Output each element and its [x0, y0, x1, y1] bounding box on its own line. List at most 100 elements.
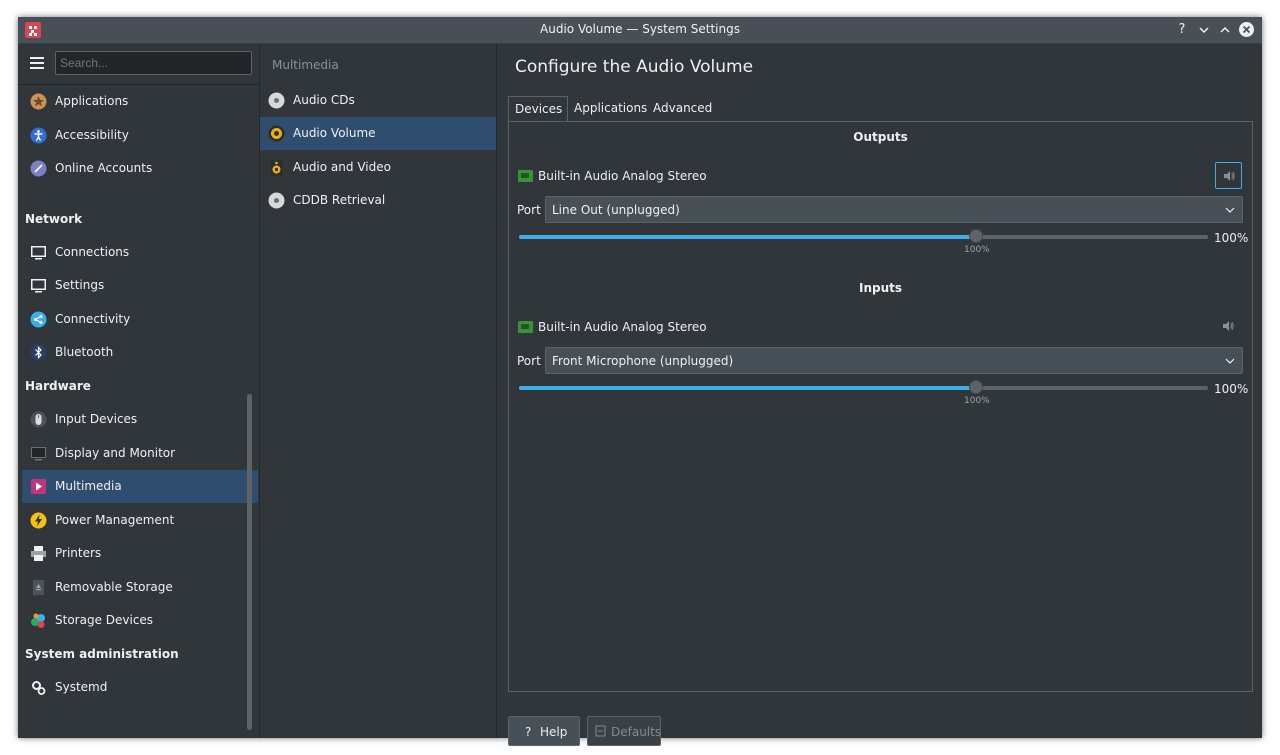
- sidebar-item-label: Bluetooth: [55, 345, 114, 359]
- sound-card-icon: [518, 170, 533, 182]
- help-button[interactable]: ? Help: [508, 716, 580, 746]
- output-volume-fill: [519, 235, 976, 239]
- input-device-name: Built-in Audio Analog Stereo: [538, 320, 707, 334]
- sidebar-item-label: Settings: [55, 278, 105, 292]
- hardware-category-heading: Hardware: [25, 379, 91, 393]
- system-administration-category-heading: System administration: [25, 647, 179, 661]
- sidebar-item-online-accounts[interactable]: Online Accounts: [22, 152, 258, 185]
- defaults-button[interactable]: Defaults: [587, 716, 661, 746]
- sidebar-scrollbar[interactable]: [247, 394, 252, 730]
- help-title-button[interactable]: ?: [1173, 21, 1191, 39]
- input-volume-percent: 100%: [1214, 382, 1249, 396]
- subcategory-item-audio-volume[interactable]: Audio Volume: [260, 117, 496, 150]
- connectivity-icon: [30, 311, 47, 328]
- defaults-button-label: Defaults: [611, 725, 662, 739]
- mouse-icon: [30, 411, 47, 428]
- output-volume-handle[interactable]: [969, 229, 983, 243]
- tab-advanced[interactable]: Advanced: [647, 96, 718, 120]
- minimize-button[interactable]: [1195, 21, 1213, 39]
- sidebar-item-systemd[interactable]: Systemd: [22, 671, 258, 704]
- window-title: Audio Volume — System Settings: [540, 22, 740, 36]
- subcategory-item-audio-and-video[interactable]: Audio and Video: [260, 151, 496, 184]
- sidebar-item-power-management[interactable]: Power Management: [22, 504, 258, 537]
- input-port-value: Front Microphone (unplugged): [552, 354, 734, 368]
- output-port-dropdown[interactable]: Line Out (unplugged): [545, 196, 1243, 223]
- input-volume-fill: [519, 386, 976, 390]
- applications-icon: [30, 93, 47, 110]
- tab-devices[interactable]: Devices: [508, 96, 568, 122]
- close-icon: [1242, 25, 1251, 34]
- output-device-name: Built-in Audio Analog Stereo: [538, 169, 707, 183]
- sidebar-item-label: Printers: [55, 546, 102, 560]
- sidebar-item-label: Connections: [55, 245, 130, 259]
- outputs-heading: Outputs: [853, 130, 908, 144]
- output-mute-button[interactable]: [1215, 162, 1242, 189]
- cd-icon: [268, 92, 285, 109]
- subcategory-panel: Multimedia Audio CDs Audio Volume Audio …: [260, 44, 497, 738]
- output-volume-tick-label: 100%: [964, 245, 990, 255]
- monitor-icon: [31, 447, 46, 461]
- sidebar-item-input-devices[interactable]: Input Devices: [22, 403, 258, 436]
- volume-icon: [1224, 171, 1235, 181]
- sidebar-item-label: Removable Storage: [55, 580, 173, 594]
- network-settings-icon: [31, 279, 46, 293]
- input-volume-handle[interactable]: [969, 380, 983, 394]
- inputs-heading: Inputs: [858, 281, 903, 295]
- sidebar-item-network-settings[interactable]: Settings: [22, 269, 258, 302]
- speaker-icon: [268, 125, 285, 142]
- sidebar-item-connections[interactable]: Connections: [22, 236, 258, 269]
- output-volume-slider[interactable]: [519, 229, 1208, 243]
- sidebar-item-label: Multimedia: [55, 479, 122, 493]
- subcategory-title: Multimedia: [272, 58, 339, 72]
- reset-defaults-icon: [595, 725, 606, 737]
- bluetooth-icon: [30, 344, 47, 361]
- sidebar-item-bluetooth[interactable]: Bluetooth: [22, 336, 258, 369]
- sidebar-item-label: Connectivity: [55, 312, 131, 326]
- volume-icon: [1223, 321, 1234, 331]
- power-icon: [30, 512, 47, 529]
- sidebar-item-display-and-monitor[interactable]: Display and Monitor: [22, 437, 258, 470]
- subcategory-item-cddb-retrieval[interactable]: CDDB Retrieval: [260, 184, 496, 217]
- sidebar-item-applications[interactable]: Applications: [22, 85, 258, 118]
- output-port-value: Line Out (unplugged): [552, 203, 680, 217]
- tab-applications[interactable]: Applications: [568, 96, 653, 120]
- subcategory-item-label: Audio Volume: [293, 126, 376, 140]
- sidebar-item-accessibility[interactable]: Accessibility: [22, 119, 258, 152]
- sidebar-item-label: Storage Devices: [55, 613, 154, 627]
- output-volume-percent: 100%: [1214, 231, 1249, 245]
- sidebar-item-label: Power Management: [55, 513, 175, 527]
- sidebar-item-label: Input Devices: [55, 412, 138, 426]
- subcategory-item-audio-cds[interactable]: Audio CDs: [260, 84, 496, 117]
- input-port-dropdown[interactable]: Front Microphone (unplugged): [545, 347, 1243, 374]
- subcategory-item-label: Audio CDs: [293, 93, 355, 107]
- category-sidebar: Applications Accessibility Online Accoun…: [18, 44, 260, 738]
- sidebar-item-label: Accessibility: [55, 128, 129, 142]
- cd-icon: [268, 192, 285, 209]
- output-port-label: Port: [517, 203, 541, 217]
- systemd-gear-icon: [32, 681, 46, 695]
- input-mute-button[interactable]: [1215, 313, 1242, 340]
- online-accounts-icon: [30, 160, 47, 177]
- search-input[interactable]: [55, 51, 252, 75]
- chevron-down-icon: [1199, 27, 1209, 34]
- sidebar-item-label: Display and Monitor: [55, 446, 176, 460]
- maximize-button[interactable]: [1216, 21, 1234, 39]
- close-button[interactable]: [1239, 22, 1254, 37]
- sidebar-item-label: Applications: [55, 94, 129, 108]
- hamburger-menu-icon[interactable]: [30, 57, 44, 69]
- chevron-up-icon: [1220, 26, 1230, 33]
- sidebar-item-connectivity[interactable]: Connectivity: [22, 303, 258, 336]
- sidebar-item-multimedia[interactable]: Multimedia: [22, 470, 258, 503]
- sidebar-item-removable-storage[interactable]: Removable Storage: [22, 571, 258, 604]
- accessibility-icon: [30, 127, 47, 144]
- sidebar-item-printers[interactable]: Printers: [22, 537, 258, 570]
- input-volume-slider[interactable]: [519, 380, 1208, 394]
- chevron-down-icon: [1225, 207, 1235, 213]
- title-bar: Audio Volume — System Settings ?: [18, 17, 1262, 44]
- speaker-icon: [270, 159, 283, 176]
- system-settings-window: Audio Volume — System Settings ? Applica…: [18, 17, 1262, 746]
- sidebar-item-label: Online Accounts: [55, 161, 153, 175]
- subcategory-item-label: CDDB Retrieval: [293, 193, 386, 207]
- connections-icon: [31, 246, 46, 260]
- sidebar-item-storage-devices[interactable]: Storage Devices: [22, 604, 258, 637]
